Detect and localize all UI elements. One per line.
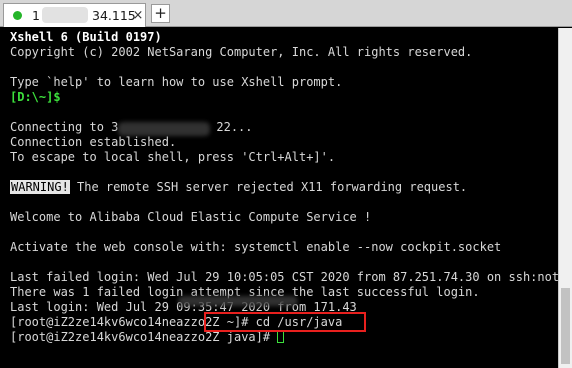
warning-badge: WARNING!: [10, 180, 70, 194]
terminal-scrollbar[interactable]: [558, 28, 572, 368]
terminal-line-version: Xshell 6 (Build 0197): [10, 30, 162, 44]
connected-status-icon: [13, 11, 22, 20]
terminal-line-copyright: Copyright (c) 2002 NetSarang Computer, I…: [10, 45, 473, 59]
text-cursor: [277, 330, 285, 343]
session-tab[interactable]: 1 34.115 ×: [3, 3, 146, 27]
new-tab-button[interactable]: +: [151, 4, 170, 23]
terminal-line-welcome: Welcome to Alibaba Cloud Elastic Compute…: [10, 210, 372, 224]
close-tab-icon[interactable]: ×: [131, 9, 145, 23]
scrollbar-thumb[interactable]: [561, 288, 570, 364]
tab-label-suffix: 34.115: [92, 8, 136, 23]
terminal-output[interactable]: Xshell 6 (Build 0197) Copyright (c) 2002…: [0, 28, 558, 368]
terminal-line-help: Type `help' to learn how to use Xshell p…: [10, 75, 343, 89]
terminal-line-current-prompt: [root@iZ2ze14kv6wco14neazzo2Z java]#: [10, 330, 285, 345]
terminal-line-established: Connection established.: [10, 135, 177, 149]
warning-text: The remote SSH server rejected X11 forwa…: [69, 180, 468, 194]
connecting-port: 22...: [216, 120, 253, 134]
local-prompt: [D:\~]$: [10, 90, 61, 104]
redacted-host-mask: [42, 7, 88, 23]
terminal-line-failed-login: Last failed login: Wed Jul 29 10:05:05 C…: [10, 270, 558, 284]
terminal-line-command: [root@iZ2ze14kv6wco14neazzo2Z ~]# cd /us…: [10, 315, 343, 329]
terminal-line-escape: To escape to local shell, press 'Ctrl+Al…: [10, 150, 336, 164]
tab-label-prefix: 1: [32, 8, 40, 23]
session-tab-bar: 1 34.115 × +: [0, 0, 572, 27]
terminal-line-cockpit: Activate the web console with: systemctl…: [10, 240, 502, 254]
redacted-login-mask: [178, 296, 298, 306]
connecting-text: Connecting to 3: [10, 120, 119, 134]
redacted-ip-mask: [118, 122, 210, 136]
current-prompt: [root@iZ2ze14kv6wco14neazzo2Z java]#: [10, 330, 278, 344]
terminal-line-warning: WARNING! The remote SSH server rejected …: [10, 180, 467, 195]
